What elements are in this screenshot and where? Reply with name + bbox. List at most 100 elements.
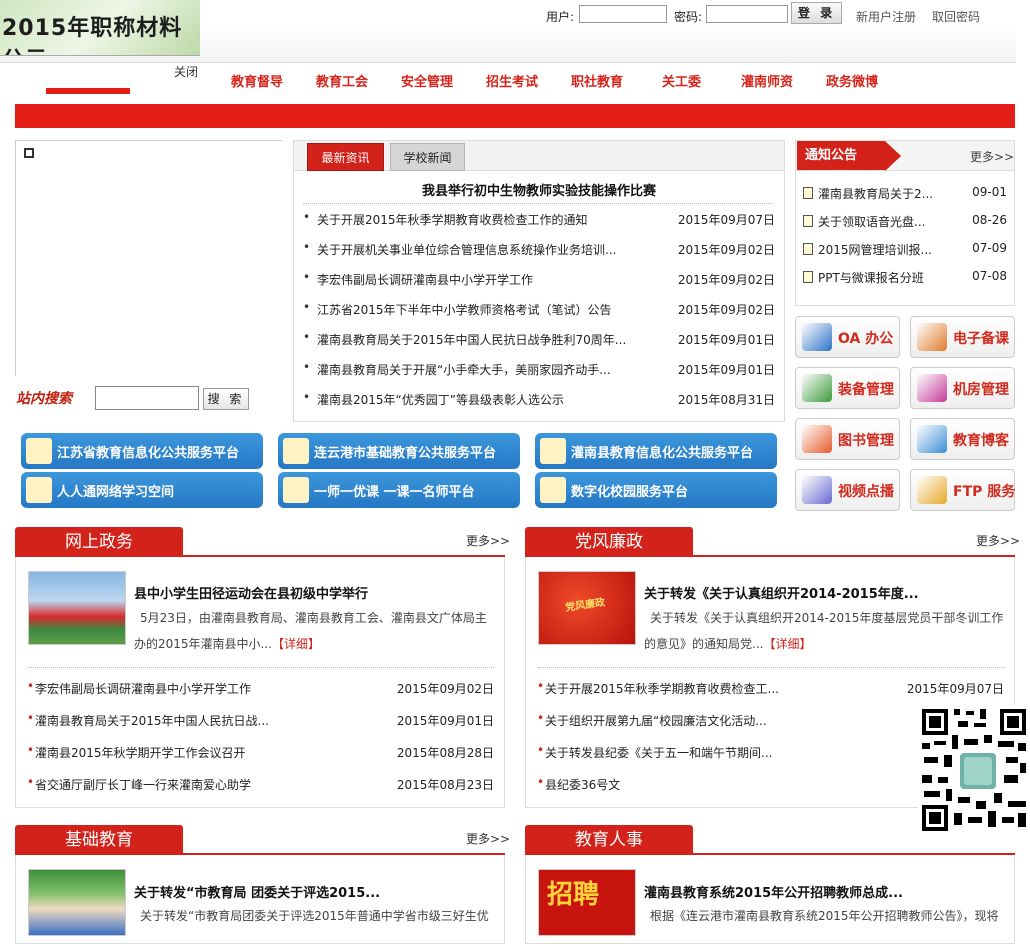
notice-more-link[interactable]: 更多>> bbox=[970, 148, 1014, 165]
hr-feature-image[interactable]: 招聘 bbox=[538, 869, 636, 936]
section-item-title[interactable]: 省交通厅副厅长丁峰一行来灌南爱心助学 bbox=[35, 776, 251, 793]
list-item[interactable]: • 关于开展机关事业单位综合管理信息系统操作业务培训... 2015年09月02日 bbox=[303, 240, 775, 259]
basic-feature-image[interactable] bbox=[28, 869, 126, 936]
service-button[interactable]: 机房管理 bbox=[910, 367, 1015, 409]
bullet-icon: • bbox=[27, 743, 35, 757]
username-input[interactable] bbox=[579, 5, 667, 23]
library-icon bbox=[802, 425, 832, 453]
list-item[interactable]: • 灌南县教育局关于2015年中国人民抗日战... 2015年09月01日 bbox=[27, 711, 494, 730]
platform-link[interactable]: 灌南县教育信息化公共服务平台 bbox=[535, 433, 777, 469]
list-item[interactable]: • 灌南县2015年“优秀园丁”等县级表彰人选公示 2015年08月31日 bbox=[303, 390, 775, 409]
service-label: 图书管理 bbox=[838, 433, 894, 449]
qr-code[interactable] bbox=[918, 705, 1030, 835]
platform-link[interactable]: 数字化校园服务平台 bbox=[535, 472, 777, 508]
news-item-title[interactable]: 灌南县2015年“优秀园丁”等县级表彰人选公示 bbox=[317, 391, 637, 408]
platform-link[interactable]: 人人通网络学习空间 bbox=[21, 472, 263, 508]
service-button[interactable]: 电子备课 bbox=[910, 316, 1015, 358]
divider bbox=[303, 203, 773, 204]
video-icon bbox=[802, 476, 832, 504]
section-item-title[interactable]: 县纪委36号文 bbox=[545, 776, 620, 793]
recover-password-link[interactable]: 取回密码 bbox=[932, 8, 980, 25]
section-item-title[interactable]: 灌南县2015年秋学期开学工作会议召开 bbox=[35, 744, 246, 761]
gov-feature-image[interactable] bbox=[28, 571, 126, 645]
section-item-title[interactable]: 灌南县教育局关于2015年中国人民抗日战... bbox=[35, 712, 269, 729]
list-item[interactable]: • 关于开展2015年秋季学期教育收费检查工... 2015年09月07日 bbox=[537, 679, 1004, 698]
platform-link[interactable]: 江苏省教育信息化公共服务平台 bbox=[21, 433, 263, 469]
service-button[interactable]: 装备管理 bbox=[795, 367, 900, 409]
news-item-title[interactable]: 江苏省2015年下半年中小学教师资格考试（笔试）公告 bbox=[317, 301, 637, 318]
gov-feature-title[interactable]: 县中小学生田径运动会在县初级中学举行 bbox=[134, 583, 368, 602]
nav-item-youth[interactable]: 关工委 bbox=[662, 71, 701, 90]
list-item[interactable]: • 关于开展2015年秋季学期教育收费检查工作的通知 2015年09月07日 bbox=[303, 210, 775, 229]
service-label: 电子备课 bbox=[953, 331, 1009, 347]
gov-detail-link[interactable]: 【详细】 bbox=[272, 637, 320, 651]
list-item[interactable]: 灌南县教育局关于2... 09-01 bbox=[803, 185, 1007, 203]
basic-feature-title[interactable]: 关于转发“市教育局 团委关于评选2015... bbox=[134, 882, 380, 901]
news-item-title[interactable]: 关于开展2015年秋季学期教育收费检查工作的通知 bbox=[317, 211, 637, 228]
section-item-title[interactable]: 李宏伟副局长调研灌南县中小学开学工作 bbox=[35, 680, 251, 697]
party-more-link[interactable]: 更多>> bbox=[976, 532, 1020, 549]
list-item[interactable]: • 省交通厅副厅长丁峰一行来灌南爱心助学 2015年08月23日 bbox=[27, 775, 494, 794]
nav-item-safety[interactable]: 安全管理 bbox=[401, 71, 453, 90]
news-item-title[interactable]: 灌南县教育局关于开展“小手牵大手，美丽家园齐动手... bbox=[317, 361, 637, 378]
hr-section-title[interactable]: 教育人事 bbox=[525, 825, 693, 855]
nav-item-union[interactable]: 教育工会 bbox=[316, 71, 368, 90]
section-item-title[interactable]: 关于转发县纪委《关于五一和端午节期间... bbox=[545, 744, 772, 761]
service-button[interactable]: OA 办公 bbox=[795, 316, 900, 358]
list-item[interactable]: • 李宏伟副局长调研灌南县中小学开学工作 2015年09月02日 bbox=[303, 270, 775, 289]
list-item[interactable]: • 李宏伟副局长调研灌南县中小学开学工作 2015年09月02日 bbox=[27, 679, 494, 698]
news-item-title[interactable]: 关于开展机关事业单位综合管理信息系统操作业务培训... bbox=[317, 241, 637, 258]
news-item-title[interactable]: 灌南县教育局关于2015年中国人民抗日战争胜利70周年... bbox=[317, 331, 637, 348]
tab-school-news[interactable]: 学校新闻 bbox=[390, 143, 465, 171]
party-feature-image[interactable]: 党风廉政 bbox=[538, 571, 636, 645]
nav-item-teachers[interactable]: 灌南师资 bbox=[741, 71, 793, 90]
slideshow-area[interactable] bbox=[15, 140, 282, 376]
password-input[interactable] bbox=[706, 5, 788, 23]
search-button[interactable]: 搜 索 bbox=[203, 388, 249, 410]
notice-item-title[interactable]: 关于领取语音光盘... bbox=[818, 213, 925, 230]
notice-item-date: 09-01 bbox=[972, 185, 1007, 199]
basic-section-title[interactable]: 基础教育 bbox=[15, 825, 183, 855]
gov-section-title[interactable]: 网上政务 bbox=[15, 527, 183, 557]
service-label: FTP 服务 bbox=[953, 484, 1016, 500]
section-item-title[interactable]: 关于组织开展第九届“校园廉洁文化活动... bbox=[545, 712, 767, 729]
list-item[interactable]: • 江苏省2015年下半年中小学教师资格考试（笔试）公告 2015年09月02日 bbox=[303, 300, 775, 319]
hr-feature-title[interactable]: 灌南县教育系统2015年公开招聘教师总成... bbox=[644, 882, 903, 901]
nav-item-supervision[interactable]: 教育督导 bbox=[231, 71, 283, 90]
service-button[interactable]: 教育博客 bbox=[910, 418, 1015, 460]
promo-banner[interactable]: 2015年职称材料公示 bbox=[0, 0, 200, 56]
service-button[interactable]: 图书管理 bbox=[795, 418, 900, 460]
search-input[interactable] bbox=[95, 386, 199, 410]
list-item[interactable]: 关于领取语音光盘... 08-26 bbox=[803, 213, 1007, 231]
register-link[interactable]: 新用户注册 bbox=[856, 8, 916, 25]
service-button[interactable]: FTP 服务 bbox=[910, 469, 1015, 511]
list-item[interactable]: PPT与微课报名分班 07-08 bbox=[803, 269, 1007, 287]
nav-item-weibo[interactable]: 政务微博 bbox=[826, 71, 878, 90]
nav-item-admissions[interactable]: 招生考试 bbox=[486, 71, 538, 90]
notice-item-title[interactable]: PPT与微课报名分班 bbox=[818, 269, 924, 286]
tab-latest-news[interactable]: 最新资讯 bbox=[307, 143, 384, 171]
notice-item-title[interactable]: 灌南县教育局关于2... bbox=[818, 185, 933, 202]
service-button[interactable]: 视频点播 bbox=[795, 469, 900, 511]
nav-item-vocational[interactable]: 职社教育 bbox=[571, 71, 623, 90]
platform-label: 连云港市基础教育公共服务平台 bbox=[314, 446, 497, 461]
list-item[interactable]: • 灌南县2015年秋学期开学工作会议召开 2015年08月28日 bbox=[27, 743, 494, 762]
news-item-date: 2015年09月02日 bbox=[677, 273, 775, 287]
party-section-title[interactable]: 党风廉政 bbox=[525, 527, 693, 557]
notice-item-title[interactable]: 2015网管理培训报... bbox=[818, 241, 932, 258]
section-item-title[interactable]: 关于开展2015年秋季学期教育收费检查工... bbox=[545, 680, 779, 697]
basic-more-link[interactable]: 更多>> bbox=[466, 830, 510, 847]
gov-more-link[interactable]: 更多>> bbox=[466, 532, 510, 549]
news-headline[interactable]: 我县举行初中生物教师实验技能操作比赛 bbox=[294, 180, 784, 199]
list-item[interactable]: 2015网管理培训报... 07-09 bbox=[803, 241, 1007, 259]
party-detail-link[interactable]: 【详细】 bbox=[763, 637, 811, 651]
party-feature-title[interactable]: 关于转发《关于认真组织开2014-2015年度... bbox=[644, 583, 919, 602]
promo-close-button[interactable]: 关闭 bbox=[174, 63, 198, 80]
platform-link[interactable]: 一师一优课 一课一名师平台 bbox=[278, 472, 520, 508]
list-item[interactable]: • 灌南县教育局关于2015年中国人民抗日战争胜利70周年... 2015年09月0… bbox=[303, 330, 775, 349]
document-icon bbox=[803, 271, 813, 283]
login-button[interactable]: 登 录 bbox=[791, 2, 842, 24]
platform-link[interactable]: 连云港市基础教育公共服务平台 bbox=[278, 433, 520, 469]
news-item-title[interactable]: 李宏伟副局长调研灌南县中小学开学工作 bbox=[317, 271, 637, 288]
list-item[interactable]: • 灌南县教育局关于开展“小手牵大手，美丽家园齐动手... 2015年09月01日 bbox=[303, 360, 775, 379]
